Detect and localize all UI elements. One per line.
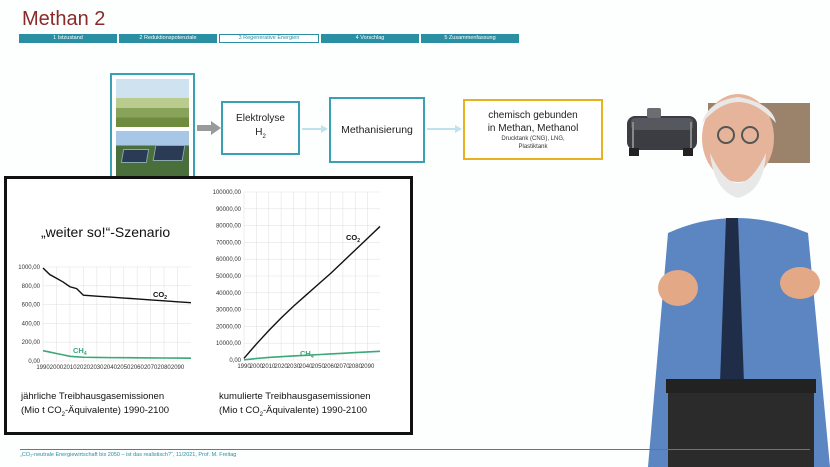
y-tick-label: 20000,00 xyxy=(216,324,242,330)
nav-tab-reduktionspotenziale[interactable]: 2 Reduktionspotenziale xyxy=(119,34,217,43)
footer-citation: „CO₂-neutrale Energiewirtschaft bis 2050… xyxy=(20,452,237,458)
y-tick-label: 70000,00 xyxy=(216,240,242,246)
y-tick-label: 1000,00 xyxy=(18,265,40,271)
nav-tab-zusammenfassung[interactable]: 5 Zusammenfassung xyxy=(421,34,519,43)
x-tick-label: 2090 xyxy=(361,364,375,370)
x-tick-label: 2090 xyxy=(171,365,185,369)
y-tick-label: 200,00 xyxy=(22,340,41,346)
y-tick-label: 400,00 xyxy=(22,321,41,327)
presenter-video xyxy=(648,94,830,467)
co2-series-label: CO2 xyxy=(153,290,167,301)
footer-divider xyxy=(20,449,810,450)
arrow-right-icon xyxy=(427,125,462,133)
section-nav: 1 Istzustand 2 Reduktionspotenziale 3 Re… xyxy=(19,34,519,43)
x-tick-label: 2040 xyxy=(104,365,118,369)
y-tick-label: 100000,00 xyxy=(213,190,242,196)
ch4-series-line xyxy=(42,349,192,359)
co2-series-line xyxy=(243,225,381,359)
wind-farm-photo xyxy=(116,79,189,127)
co2-series-line xyxy=(42,267,192,304)
chem-small1: Drucktank (CNG), LNG, xyxy=(501,135,565,142)
scenario-chart-panel: „weiter so!“-Szenario 0,00 200,00 400,00 60… xyxy=(4,176,413,435)
scenario-title: „weiter so!“-Szenario xyxy=(41,224,171,240)
y-tick-label: 30000,00 xyxy=(216,308,242,314)
chemisch-gebunden-box: chemisch gebunden in Methan, Methanol Dr… xyxy=(463,99,603,160)
x-tick-label: 2000 xyxy=(50,365,64,369)
chem-line1: chemisch gebunden xyxy=(488,109,578,121)
y-tick-label: 80000,00 xyxy=(216,224,242,230)
nav-tab-regenerative-energien[interactable]: 3 Regenerative Energien xyxy=(219,34,319,43)
arrow-right-icon xyxy=(197,121,221,135)
y-tick-label: 60000,00 xyxy=(216,257,242,263)
x-tick-label: 1990 xyxy=(36,365,50,369)
x-tick-label: 2050 xyxy=(117,365,131,369)
elektrolyse-label: Elektrolyse xyxy=(236,113,285,124)
annual-emissions-chart: 0,00200,00400,00600,00800,001000,001990 2… xyxy=(18,265,192,369)
y-tick-label: 800,00 xyxy=(22,284,41,290)
y-tick-label: 40000,00 xyxy=(216,291,242,297)
renewables-photo-box xyxy=(110,73,195,185)
chem-small2: Plastiktank xyxy=(518,143,548,150)
chem-line2: in Methan, Methanol xyxy=(487,122,579,134)
hydrogen-label: H2 xyxy=(255,127,266,140)
x-tick-label: 2020 xyxy=(77,365,91,369)
x-tick-label: 2070 xyxy=(144,365,158,369)
caption-cumulative: kumulierte Treibhausgasemissionen (Mio t… xyxy=(219,391,371,418)
nav-tab-vorschlag[interactable]: 4 Vorschlag xyxy=(321,34,419,43)
slide: Methan 2 1 Istzustand 2 Reduktionspotenz… xyxy=(0,0,830,467)
methanisierung-box: Methanisierung xyxy=(329,97,425,163)
slide-title: Methan 2 xyxy=(22,8,106,30)
x-tick-label: 2060 xyxy=(131,365,145,369)
arrow-right-icon xyxy=(302,125,328,133)
x-tick-label: 2010 xyxy=(63,365,77,369)
y-tick-label: 90000,00 xyxy=(216,207,242,213)
elektrolyse-box: Elektrolyse H2 xyxy=(221,101,300,155)
y-tick-label: 50000,00 xyxy=(216,274,242,280)
cumulative-emissions-chart: 0,0010000,0020000,0030000,0040000,005000… xyxy=(213,190,381,370)
ch4-series-label: CH4 xyxy=(73,346,87,357)
x-tick-label: 2030 xyxy=(90,365,104,369)
caption-annual: jährliche Treibhausgasemissionen (Mio t … xyxy=(21,391,170,418)
y-tick-label: 600,00 xyxy=(22,303,41,309)
y-tick-label: 10000,00 xyxy=(216,341,242,347)
solar-panels-photo xyxy=(116,131,189,179)
x-tick-label: 2080 xyxy=(157,365,171,369)
nav-tab-istzustand[interactable]: 1 Istzustand xyxy=(19,34,117,43)
ch4-series-label: CH4 xyxy=(300,349,314,360)
methanisierung-label: Methanisierung xyxy=(341,124,413,136)
